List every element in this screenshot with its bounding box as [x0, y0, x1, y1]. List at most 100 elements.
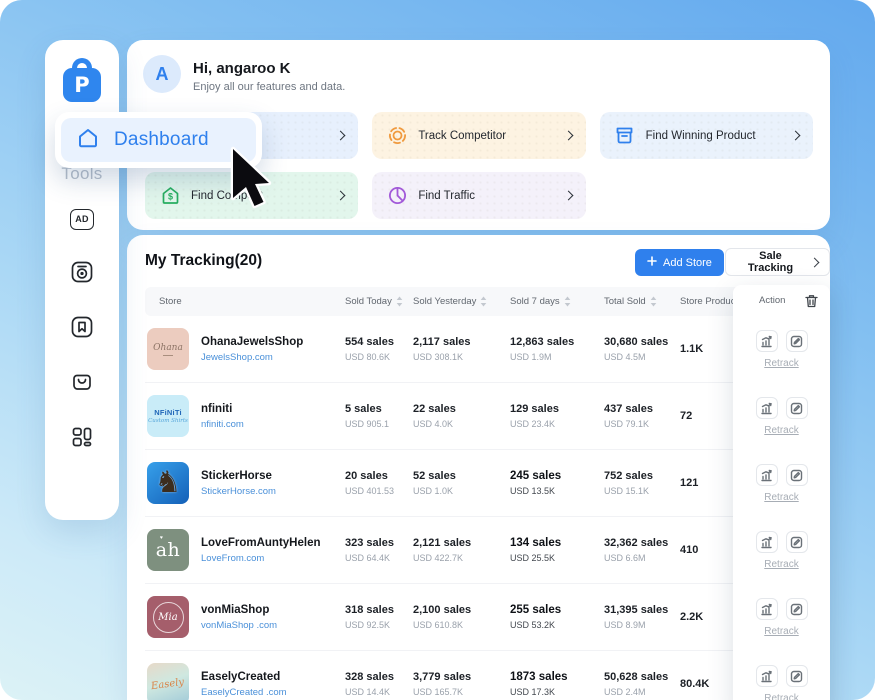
store-domain-link[interactable]: LoveFrom.com	[201, 553, 321, 564]
sold-today-cell: 554 salesUSD 80.6K	[331, 336, 399, 362]
store-cell: Mia vonMiaShop vonMiaShop .com	[145, 596, 331, 638]
retrack-link[interactable]: Retrack	[764, 358, 798, 369]
column-action: Action	[759, 295, 785, 306]
store-logo[interactable]: Easely	[147, 663, 189, 700]
svg-text:$: $	[167, 192, 172, 202]
retrack-link[interactable]: Retrack	[764, 425, 798, 436]
sidebar-item-saved[interactable]	[69, 316, 95, 342]
chevron-right-icon	[336, 191, 346, 201]
store-logo[interactable]: ah ♥	[147, 529, 189, 571]
analytics-button[interactable]	[756, 397, 778, 419]
sidebar-item-ads[interactable]: AD	[69, 206, 95, 232]
store-name[interactable]: EaselyCreated	[201, 671, 287, 683]
store-table: Ohana OhanaJewelsShop JewelsShop.com 554…	[145, 316, 812, 700]
edit-button[interactable]	[786, 464, 808, 486]
logo-letter: P	[74, 73, 89, 97]
sold-today-cell: 20 salesUSD 401.53	[331, 470, 399, 496]
sort-icon[interactable]	[564, 296, 571, 307]
retrack-link[interactable]: Retrack	[764, 693, 798, 700]
app-background: P Tools AD	[0, 0, 875, 700]
sort-icon[interactable]	[650, 296, 657, 307]
sold-yesterday-cell: 22 salesUSD 4.0K	[399, 403, 496, 429]
sold-7days-cell: 245 salesUSD 13.5K	[496, 470, 590, 496]
sold-yesterday-cell: 3,779 salesUSD 165.7K	[399, 671, 496, 697]
retrack-link[interactable]: Retrack	[764, 559, 798, 570]
shop-bag-icon	[70, 370, 94, 399]
sidebar-item-dashboard-grid[interactable]	[69, 426, 95, 452]
action-column-panel: Action Retrack Retrack	[733, 285, 830, 700]
store-domain-link[interactable]: JewelsShop.com	[201, 352, 303, 363]
ad-icon: AD	[70, 209, 94, 230]
table-row: ah ♥ LoveFromAuntyHelen LoveFrom.com 323…	[145, 517, 812, 584]
store-domain-link[interactable]: nfiniti.com	[201, 419, 244, 430]
store-domain-link[interactable]: StickerHorse.com	[201, 486, 276, 497]
feature-card-label: Track Competitor	[418, 130, 506, 142]
edit-button[interactable]	[786, 598, 808, 620]
store-name[interactable]: StickerHorse	[201, 470, 276, 482]
analytics-button[interactable]	[756, 531, 778, 553]
store-cell: Easely EaselyCreated EaselyCreated .com	[145, 663, 331, 700]
screenshot-canvas: P Tools AD	[0, 0, 875, 700]
sold-yesterday-cell: 2,121 salesUSD 422.7K	[399, 537, 496, 563]
sale-tracking-button[interactable]: Sale Tracking	[725, 248, 830, 276]
add-store-button[interactable]: Add Store	[635, 249, 724, 276]
total-sold-cell: 32,362 salesUSD 6.6M	[590, 537, 666, 563]
column-store[interactable]: Store	[145, 296, 331, 307]
chevron-right-icon	[563, 131, 573, 141]
row-actions: Retrack	[733, 517, 830, 584]
sold-today-cell: 318 salesUSD 92.5K	[331, 604, 399, 630]
feature-card-find-traffic[interactable]: Find Traffic	[372, 172, 585, 219]
sidebar-item-track-competitor[interactable]	[69, 261, 95, 287]
edit-button[interactable]	[786, 330, 808, 352]
edit-button[interactable]	[786, 531, 808, 553]
store-cell: Ohana OhanaJewelsShop JewelsShop.com	[145, 328, 331, 370]
store-domain-link[interactable]: EaselyCreated .com	[201, 687, 287, 698]
app-logo[interactable]: P	[62, 58, 102, 102]
bookmark-icon	[70, 315, 94, 344]
row-actions: Retrack	[733, 651, 830, 700]
store-logo[interactable]: ♞	[147, 462, 189, 504]
column-sold-yesterday[interactable]: Sold Yesterday	[399, 296, 496, 307]
edit-button[interactable]	[786, 397, 808, 419]
sidebar-item-store[interactable]	[69, 371, 95, 397]
pie-chart-icon	[386, 185, 408, 207]
column-sold-7days[interactable]: Sold 7 days	[496, 296, 590, 307]
sold-7days-cell: 1873 salesUSD 17.3K	[496, 671, 590, 697]
sale-tracking-label: Sale Tracking	[737, 250, 804, 274]
sold-today-cell: 328 salesUSD 14.4K	[331, 671, 399, 697]
store-name[interactable]: nfiniti	[201, 403, 244, 415]
store-logo[interactable]: Mia	[147, 596, 189, 638]
store-name[interactable]: OhanaJewelsShop	[201, 336, 303, 348]
store-name[interactable]: vonMiaShop	[201, 604, 277, 616]
bag-icon: P	[63, 68, 101, 102]
store-domain-link[interactable]: vonMiaShop .com	[201, 620, 277, 631]
tracker-icon	[70, 260, 94, 289]
store-name[interactable]: LoveFromAuntyHelen	[201, 537, 321, 549]
analytics-button[interactable]	[756, 464, 778, 486]
analytics-button[interactable]	[756, 598, 778, 620]
total-sold-cell: 50,628 salesUSD 2.4M	[590, 671, 666, 697]
store-logo[interactable]: Ohana	[147, 328, 189, 370]
home-icon	[76, 126, 100, 155]
sort-icon[interactable]	[480, 296, 487, 307]
edit-button[interactable]	[786, 665, 808, 687]
trash-icon[interactable]	[805, 294, 818, 308]
grid-layout-icon	[70, 425, 94, 454]
total-sold-cell: 31,395 salesUSD 8.9M	[590, 604, 666, 630]
column-total-sold[interactable]: Total Sold	[590, 296, 666, 307]
store-logo[interactable]: NFiNiTi Custom Shirts	[147, 395, 189, 437]
column-sold-today[interactable]: Sold Today	[331, 296, 399, 307]
feature-card-track-competitor[interactable]: Track Competitor	[372, 112, 585, 159]
my-tracking-title: My Tracking(20)	[145, 252, 262, 270]
chevron-right-icon	[336, 131, 346, 141]
table-row: ♞ StickerHorse StickerHorse.com 20 sales…	[145, 450, 812, 517]
analytics-button[interactable]	[756, 665, 778, 687]
avatar[interactable]: A	[143, 55, 181, 93]
sold-yesterday-cell: 2,117 salesUSD 308.1K	[399, 336, 496, 362]
retrack-link[interactable]: Retrack	[764, 626, 798, 637]
feature-card-find-winning-product[interactable]: Find Winning Product	[600, 112, 813, 159]
analytics-button[interactable]	[756, 330, 778, 352]
retrack-link[interactable]: Retrack	[764, 492, 798, 503]
row-actions: Retrack	[733, 450, 830, 517]
my-tracking-card: My Tracking(20) Add Store Sale Tracking …	[127, 235, 830, 700]
